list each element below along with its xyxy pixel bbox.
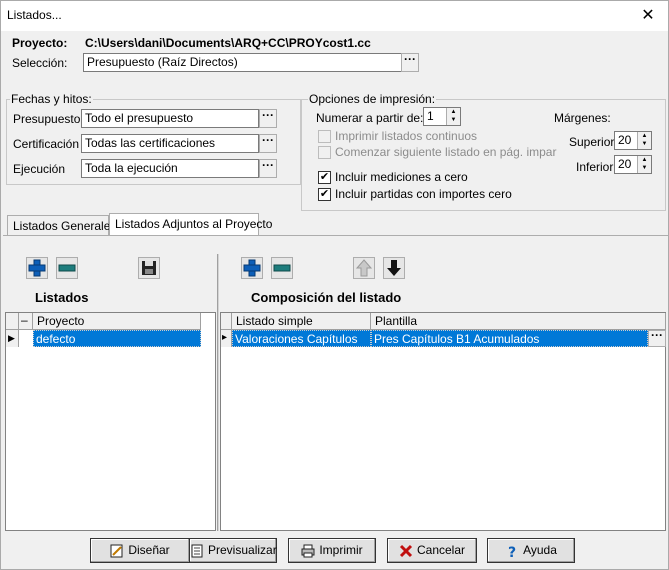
plantilla-browse-button[interactable]: ··· (648, 329, 666, 347)
siguiente-impar-label: Comenzar siguiente listado en pág. impar (335, 145, 557, 159)
preview-icon (191, 544, 203, 558)
listados-title: Listados (35, 290, 89, 305)
selection-label: Selección: (12, 56, 68, 70)
composicion-cell-listado[interactable]: Valoraciones Capítulos (232, 330, 371, 347)
numerar-value: 1 (427, 109, 434, 123)
mediciones-cero-label: Incluir mediciones a cero (335, 170, 468, 184)
superior-spinner[interactable]: 20 ▲ ▼ (614, 131, 652, 150)
composicion-cell-plantilla[interactable]: Pres Capítulos B1 Acumulados (371, 330, 648, 347)
previsualizar-button[interactable]: Previsualizar (189, 538, 277, 563)
spin-down-icon[interactable]: ▼ (447, 116, 460, 124)
cancelar-label: Cancelar (416, 543, 466, 557)
design-icon (110, 544, 123, 558)
previsualizar-label: Previsualizar (208, 543, 277, 557)
minus-icon (273, 264, 291, 272)
selection-field[interactable]: Presupuesto (Raíz Directos) (83, 53, 402, 72)
cancel-icon (399, 544, 413, 557)
certificacion-browse-button[interactable]: ··· (259, 134, 277, 153)
cancelar-button[interactable]: Cancelar (387, 538, 477, 563)
move-up-button[interactable] (353, 257, 375, 279)
collapse-header-button[interactable]: – (19, 313, 33, 330)
tab-divider (3, 235, 668, 236)
inferior-value: 20 (618, 157, 632, 171)
move-down-button[interactable] (383, 257, 405, 279)
add-composicion-button[interactable] (241, 257, 263, 279)
spin-up-icon[interactable]: ▲ (638, 132, 651, 140)
spin-up-icon[interactable]: ▲ (638, 156, 651, 164)
siguiente-impar-checkbox[interactable] (318, 146, 331, 159)
remove-listado-button[interactable] (56, 257, 78, 279)
mediciones-cero-checkbox[interactable]: ✔ (318, 171, 331, 184)
continuos-checkbox[interactable] (318, 130, 331, 143)
superior-label: Superior (569, 135, 615, 149)
row-indicator-icon: ▸ (221, 330, 232, 347)
ejecucion-browse-button[interactable]: ··· (259, 159, 277, 178)
save-listado-button[interactable] (138, 257, 160, 279)
ayuda-label: Ayuda (523, 543, 557, 557)
numerar-label: Numerar a partir de: (316, 111, 424, 125)
panel-splitter[interactable] (217, 254, 219, 531)
inferior-label: Inferior (576, 160, 614, 174)
svg-text:?: ? (508, 545, 516, 558)
spin-down-icon[interactable]: ▼ (638, 164, 651, 172)
ayuda-button[interactable]: ? Ayuda (487, 538, 575, 563)
remove-composicion-button[interactable] (271, 257, 293, 279)
composicion-grid: Listado simple Plantilla ▸ Valoraciones … (220, 312, 666, 531)
partidas-cero-checkbox[interactable]: ✔ (318, 188, 331, 201)
continuos-label: Imprimir listados continuos (335, 129, 478, 143)
listado-row-defecto[interactable]: defecto (33, 330, 201, 347)
superior-value: 20 (618, 133, 632, 147)
plus-icon (28, 259, 46, 277)
presupuesto-label: Presupuesto (13, 112, 81, 126)
partidas-cero-label: Incluir partidas con importes cero (335, 187, 512, 201)
composicion-title: Composición del listado (251, 290, 402, 305)
grid-corner (6, 313, 19, 330)
spin-up-icon[interactable]: ▲ (447, 108, 460, 116)
minus-icon (58, 264, 76, 272)
column-header-proyecto[interactable]: Proyecto (33, 313, 201, 330)
ejecucion-label: Ejecución (13, 162, 66, 176)
help-icon: ? (508, 545, 516, 558)
selection-browse-button[interactable]: ··· (401, 53, 419, 72)
listados-grid: – Proyecto ▶ defecto (5, 312, 216, 531)
certificacion-field[interactable]: Todas las certificaciones (81, 134, 259, 153)
plus-icon (243, 259, 261, 277)
tab-listados-generales[interactable]: Listados Generales (7, 215, 116, 236)
arrow-up-icon (355, 259, 373, 277)
disenar-label: Diseñar (128, 543, 170, 557)
column-header-plantilla[interactable]: Plantilla (371, 313, 666, 330)
grid-corner (221, 313, 232, 330)
inferior-spinner[interactable]: 20 ▲ ▼ (614, 155, 652, 174)
presupuesto-field[interactable]: Todo el presupuesto (81, 109, 259, 128)
tab-listados-adjuntos[interactable]: Listados Adjuntos al Proyecto (109, 213, 272, 236)
row-indicator-icon: ▶ (6, 330, 19, 347)
margenes-label: Márgenes: (554, 111, 611, 125)
numerar-spinner[interactable]: 1 ▲ ▼ (423, 107, 461, 126)
save-icon (142, 261, 156, 275)
disenar-button[interactable]: Diseñar (90, 538, 190, 563)
listados-dialog: Listados... ✕ Proyecto: C:\Users\dani\Do… (0, 0, 669, 570)
close-icon: ✕ (641, 7, 655, 24)
presupuesto-browse-button[interactable]: ··· (259, 109, 277, 128)
print-options-title: Opciones de impresión: (308, 92, 437, 106)
printer-icon (301, 544, 315, 558)
window-title: Listados... (7, 8, 62, 22)
imprimir-button[interactable]: Imprimir (288, 538, 376, 563)
close-button[interactable]: ✕ (628, 1, 668, 31)
spin-down-icon[interactable]: ▼ (638, 140, 651, 148)
add-listado-button[interactable] (26, 257, 48, 279)
project-label: Proyecto: (12, 36, 68, 50)
dates-group-title: Fechas y hitos: (10, 92, 93, 106)
certificacion-label: Certificación (13, 137, 80, 151)
column-header-listado-simple[interactable]: Listado simple (232, 313, 371, 330)
title-bar: Listados... ✕ (1, 1, 668, 31)
arrow-down-icon (387, 260, 401, 276)
ejecucion-field[interactable]: Toda la ejecución (81, 159, 259, 178)
imprimir-label: Imprimir (319, 543, 363, 557)
project-path: C:\Users\dani\Documents\ARQ+CC\PROYcost1… (85, 36, 371, 50)
